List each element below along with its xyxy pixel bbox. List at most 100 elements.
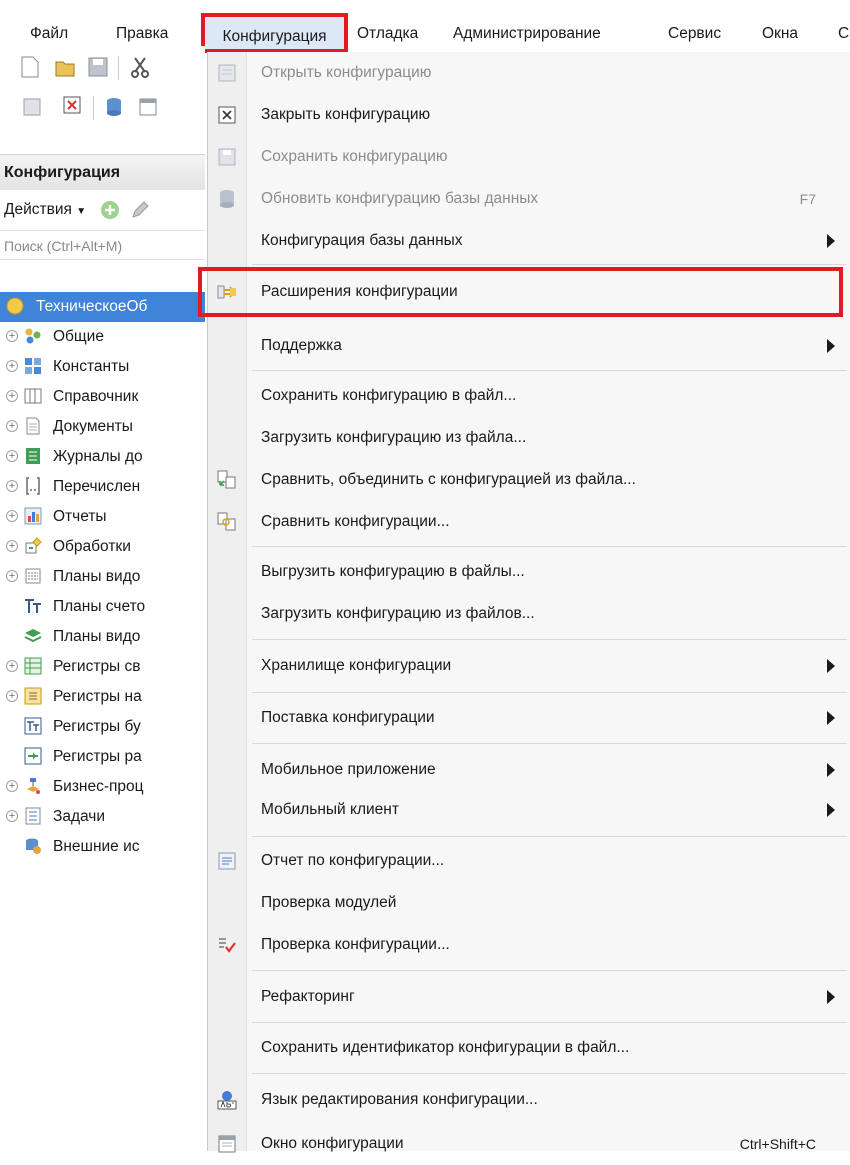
close-config-icon[interactable] xyxy=(62,94,82,116)
tree-item-label: Регистры ра xyxy=(53,748,142,765)
menu-item-mobile-client[interactable]: Мобильный клиент xyxy=(208,789,850,831)
tree-item-tasks[interactable]: + Задачи xyxy=(0,802,205,832)
tree-item-dataprocessors[interactable]: + Обработки xyxy=(0,532,205,562)
expand-icon[interactable]: + xyxy=(6,510,18,522)
tree-item-chart-types[interactable]: + Планы видо xyxy=(0,562,205,592)
menu-item-check-config[interactable]: Проверка конфигурации... xyxy=(208,924,850,966)
menu-item-support[interactable]: Поддержка xyxy=(208,325,850,367)
expand-icon[interactable]: + xyxy=(6,690,18,702)
menu-service-label: Сервис xyxy=(668,25,722,42)
compare-merge-icon xyxy=(217,470,236,489)
menu-item-edit-language[interactable]: Язык редактирования конфигурации... xyxy=(208,1079,850,1121)
expand-icon[interactable]: + xyxy=(6,810,18,822)
submenu-arrow-icon xyxy=(827,763,835,777)
tree-item-business-processes[interactable]: + Бизнес-проц xyxy=(0,772,205,802)
open-config-icon[interactable] xyxy=(22,96,42,118)
menu-item-save-id[interactable]: Сохранить идентификатор конфигурации в ф… xyxy=(208,1027,850,1069)
menu-file-label: Файл xyxy=(30,25,69,42)
expand-icon[interactable]: + xyxy=(6,450,18,462)
tree-item-accum-registers[interactable]: + Регистры на xyxy=(0,682,205,712)
tree-item-common[interactable]: + Общие xyxy=(0,322,205,352)
menu-item-check-modules[interactable]: Проверка модулей xyxy=(208,882,850,924)
configuration-dropdown-menu: Открыть конфигурацию Закрыть конфигураци… xyxy=(198,52,850,1153)
tree-item-external-sources[interactable]: Внешние ис xyxy=(0,832,205,862)
expand-icon[interactable]: + xyxy=(6,540,18,552)
tree-item-root[interactable]: ТехническоеОб xyxy=(0,292,205,322)
edit-icon[interactable] xyxy=(130,200,150,220)
tree-item-calc-registers[interactable]: Регистры ра xyxy=(0,742,205,772)
submenu-arrow-icon xyxy=(827,803,835,817)
menu-item-refactoring[interactable]: Рефакторинг xyxy=(208,976,850,1018)
tree-item-reports[interactable]: + Отчеты xyxy=(0,502,205,532)
tasks-icon xyxy=(25,807,41,825)
menu-item-delivery[interactable]: Поставка конфигурации xyxy=(208,697,850,739)
search-input[interactable]: Поиск (Ctrl+Alt+M) xyxy=(0,230,205,260)
tree-item-constants[interactable]: + Константы xyxy=(0,352,205,382)
expand-icon[interactable]: + xyxy=(6,780,18,792)
menu-item-open-config[interactable]: Открыть конфигурацию xyxy=(208,52,850,94)
reports-icon xyxy=(24,507,42,525)
save-icon[interactable] xyxy=(88,56,108,78)
menu-debug[interactable]: Отладка xyxy=(357,22,418,46)
cut-icon[interactable] xyxy=(130,56,150,78)
menu-item-config-window[interactable]: Окно конфигурации Ctrl+Shift+C xyxy=(208,1123,850,1165)
menu-item-mobile-app[interactable]: Мобильное приложение xyxy=(208,749,850,791)
tree-item-documents[interactable]: + Документы xyxy=(0,412,205,442)
menu-service[interactable]: Сервис xyxy=(668,22,721,46)
menu-file[interactable]: Файл xyxy=(30,22,68,46)
menu-item-db-config[interactable]: Конфигурация базы данных xyxy=(208,220,850,262)
menu-configuration[interactable]: Конфигурация xyxy=(201,13,348,53)
tree-item-enums[interactable]: + Перечислен xyxy=(0,472,205,502)
tree-item-journals[interactable]: + Журналы до xyxy=(0,442,205,472)
menu-item-save-config[interactable]: Сохранить конфигурацию xyxy=(208,136,850,178)
tree-item-accounting-registers[interactable]: Регистры бу xyxy=(0,712,205,742)
menu-administration[interactable]: Администрирование xyxy=(453,22,601,46)
menu-item-import-files[interactable]: Загрузить конфигурацию из файлов... xyxy=(208,593,850,635)
toolbar-separator xyxy=(93,96,94,120)
expand-icon[interactable]: + xyxy=(6,420,18,432)
menu-item-update-db[interactable]: Обновить конфигурацию базы данных F7 xyxy=(208,178,850,220)
menu-windows[interactable]: Окна xyxy=(762,22,798,46)
close-config-icon xyxy=(218,106,236,124)
tree-item-label: Бизнес-проц xyxy=(53,778,144,795)
config-panel: Конфигурация Действия ▼ Поиск (Ctrl+Alt+… xyxy=(0,46,205,1151)
expand-icon[interactable]: + xyxy=(6,390,18,402)
window-icon[interactable] xyxy=(138,96,158,118)
menu-item-config-report[interactable]: Отчет по конфигурации... xyxy=(208,840,850,882)
menu-item-export-files[interactable]: Выгрузить конфигурацию в файлы... xyxy=(208,551,850,593)
menu-item-compare-merge[interactable]: Сравнить, объединить с конфигурацией из … xyxy=(208,459,850,501)
tree-item-info-registers[interactable]: + Регистры св xyxy=(0,652,205,682)
tree-item-chart-accounts[interactable]: Планы счето xyxy=(0,592,205,622)
expand-icon[interactable]: + xyxy=(6,480,18,492)
menu-separator xyxy=(252,692,847,693)
config-root-icon xyxy=(6,297,24,315)
menu-separator xyxy=(252,836,847,837)
info-registers-icon xyxy=(24,657,42,675)
expand-icon[interactable]: + xyxy=(6,660,18,672)
open-folder-icon[interactable] xyxy=(55,56,75,78)
tree-item-label: Перечислен xyxy=(53,478,141,495)
panel-title: Конфигурация xyxy=(0,154,205,190)
actions-menu-button[interactable]: Действия ▼ xyxy=(4,201,86,218)
menu-separator xyxy=(252,743,847,744)
menu-item-close-config[interactable]: Закрыть конфигурацию xyxy=(208,94,850,136)
menu-edit[interactable]: Правка xyxy=(116,22,168,46)
menu-item-label: Обновить конфигурацию базы данных xyxy=(261,190,539,207)
tree-item-catalogs[interactable]: + Справочник xyxy=(0,382,205,412)
new-file-icon[interactable] xyxy=(20,56,40,78)
menu-item-repository[interactable]: Хранилище конфигурации xyxy=(208,645,850,687)
menu-item-save-to-file[interactable]: Сохранить конфигурацию в файл... xyxy=(208,375,850,417)
add-icon[interactable] xyxy=(100,200,120,220)
update-db-icon[interactable] xyxy=(104,96,124,118)
menu-separator xyxy=(252,1073,847,1074)
submenu-arrow-icon xyxy=(827,659,835,673)
tree-item-calc-types[interactable]: Планы видо xyxy=(0,622,205,652)
menu-more[interactable]: С xyxy=(838,22,849,46)
menu-item-load-from-file[interactable]: Загрузить конфигурацию из файла... xyxy=(208,417,850,459)
expand-icon[interactable]: + xyxy=(6,330,18,342)
menu-item-label: Язык редактирования конфигурации... xyxy=(261,1091,538,1108)
expand-icon[interactable]: + xyxy=(6,570,18,582)
expand-icon[interactable]: + xyxy=(6,360,18,372)
menu-item-compare[interactable]: Сравнить конфигурации... xyxy=(208,501,850,543)
menu-separator xyxy=(252,970,847,971)
